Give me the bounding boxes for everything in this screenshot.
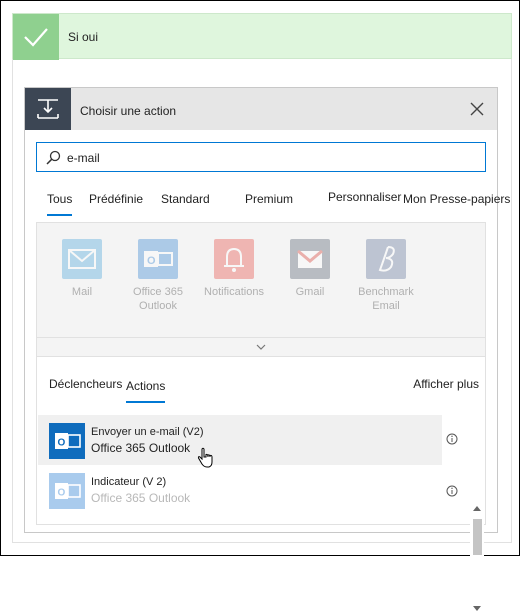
close-icon[interactable] bbox=[467, 99, 487, 119]
checkmark-icon bbox=[13, 14, 59, 60]
connector-notifications[interactable]: Notifications bbox=[196, 239, 272, 299]
outlook-icon: O bbox=[49, 473, 85, 509]
card-header: Choisir une action bbox=[25, 88, 497, 130]
search-box[interactable] bbox=[36, 142, 486, 172]
filter-tabs: Tous Prédéfinie Standard Premium Personn… bbox=[25, 186, 510, 216]
card-title: Choisir une action bbox=[80, 104, 177, 118]
tab-premium[interactable]: Premium bbox=[245, 192, 293, 206]
mail-icon bbox=[62, 239, 102, 279]
results-scrollbar[interactable] bbox=[470, 503, 484, 613]
tab-custom[interactable]: Personnaliser bbox=[328, 190, 401, 204]
connector-label: Office 365 Outlook bbox=[133, 286, 183, 312]
search-input[interactable] bbox=[65, 148, 469, 168]
scroll-down-arrow[interactable] bbox=[473, 606, 481, 611]
connector-gmail[interactable]: Gmail bbox=[272, 239, 348, 299]
show-more-link[interactable]: Afficher plus bbox=[413, 377, 479, 391]
svg-text:O: O bbox=[58, 488, 66, 499]
connector-mail[interactable]: Mail bbox=[44, 239, 120, 299]
tab-all[interactable]: Tous bbox=[47, 192, 73, 216]
info-icon[interactable] bbox=[446, 433, 458, 445]
search-icon bbox=[46, 150, 61, 165]
result-connector: Office 365 Outlook bbox=[91, 441, 191, 455]
info-icon[interactable] bbox=[446, 485, 458, 497]
choose-action-card: Choisir une action Tous Prédéfinie Stand… bbox=[24, 87, 510, 613]
bell-icon bbox=[214, 239, 254, 279]
tab-standard[interactable]: Standard bbox=[161, 192, 210, 206]
tab-my-clipboard[interactable]: Mon Presse-papiers bbox=[403, 192, 510, 206]
connector-office365-outlook[interactable]: O Office 365 Outlook bbox=[120, 239, 196, 313]
scroll-thumb[interactable] bbox=[473, 519, 482, 555]
connector-label: Mail bbox=[71, 286, 93, 298]
tab-triggers[interactable]: Déclencheurs bbox=[49, 377, 122, 391]
benchmark-icon bbox=[366, 239, 406, 279]
condition-header[interactable]: Si oui bbox=[12, 13, 512, 60]
connector-label: Notifications bbox=[204, 286, 264, 298]
outlook-icon: O bbox=[49, 423, 85, 459]
condition-label: Si oui bbox=[68, 30, 99, 44]
result-send-email-v2[interactable]: O Envoyer un e-mail (V2) Office 365 Outl… bbox=[38, 415, 442, 468]
results-panel: Déclencheurs Actions Afficher plus O Env… bbox=[36, 357, 486, 613]
tab-actions[interactable]: Actions bbox=[126, 379, 166, 403]
connector-label: Benchmark Email bbox=[358, 286, 414, 312]
insert-step-icon bbox=[25, 88, 71, 130]
scroll-up-arrow[interactable] bbox=[473, 506, 481, 511]
svg-text:O: O bbox=[58, 438, 66, 449]
result-flag-v2[interactable]: O Indicateur (V 2) Office 365 Outlook bbox=[38, 465, 442, 515]
outlook-icon: O bbox=[138, 239, 178, 279]
chevron-down-icon bbox=[256, 344, 266, 350]
result-connector: Office 365 Outlook bbox=[91, 491, 191, 505]
tab-builtin[interactable]: Prédéfinie bbox=[89, 192, 143, 206]
expand-connectors-bar[interactable] bbox=[36, 337, 486, 357]
result-title: Envoyer un e-mail (V2) bbox=[91, 426, 204, 438]
connector-benchmark-email[interactable]: Benchmark Email bbox=[348, 239, 424, 313]
result-title: Indicateur (V 2) bbox=[91, 476, 167, 488]
connector-label: Gmail bbox=[295, 286, 325, 298]
gmail-icon bbox=[290, 239, 330, 279]
svg-text:O: O bbox=[147, 255, 156, 267]
